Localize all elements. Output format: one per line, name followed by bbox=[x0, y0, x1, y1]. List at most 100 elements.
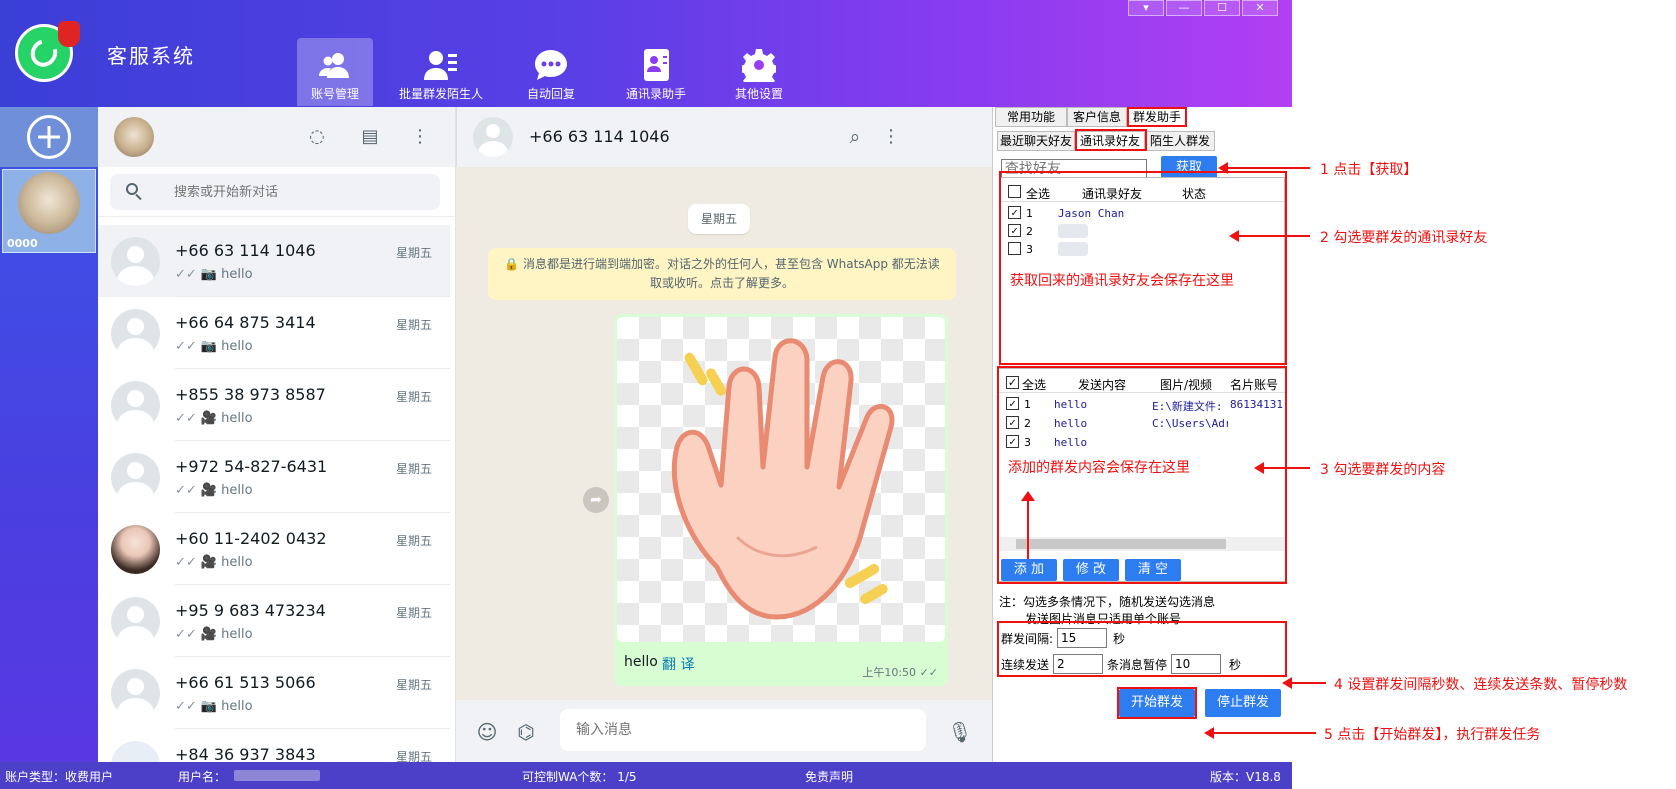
conversation-header[interactable]: +66 63 114 1046 ⌕ ⋮ bbox=[456, 107, 992, 167]
my-avatar[interactable] bbox=[114, 117, 154, 157]
chat-avatar[interactable] bbox=[111, 381, 160, 430]
message-bubble[interactable]: hello 翻 译 上午10:50 ✓✓ bbox=[614, 314, 948, 686]
horizontal-scrollbar[interactable] bbox=[1000, 537, 1284, 551]
edit-button[interactable]: 修 改 bbox=[1063, 559, 1119, 581]
stop-bulk-send-button[interactable]: 停止群发 bbox=[1205, 689, 1281, 717]
arrow-head-up-icon bbox=[1021, 491, 1035, 501]
attach-icon[interactable]: ⌬ bbox=[513, 719, 539, 745]
tab-common-functions[interactable]: 常用功能 bbox=[995, 107, 1067, 127]
message-input[interactable] bbox=[560, 709, 926, 751]
chat-avatar[interactable] bbox=[111, 741, 160, 762]
header-select-all: 全选 bbox=[1022, 378, 1047, 392]
double-check-icon: ✓✓ bbox=[175, 699, 197, 714]
chat-name: +84 36 937 3843 bbox=[175, 745, 316, 762]
minimize-icon[interactable]: — bbox=[1166, 0, 1202, 16]
chat-preview: ✓✓ 📷 hello bbox=[175, 699, 253, 714]
nav-auto-reply[interactable]: 自动回复 bbox=[513, 38, 589, 106]
contact-name[interactable]: +66 63 114 1046 bbox=[529, 127, 670, 146]
interval-input[interactable] bbox=[1057, 628, 1107, 648]
nav-other-settings[interactable]: 其他设置 bbox=[721, 38, 797, 106]
chat-avatar[interactable] bbox=[111, 525, 160, 574]
contacts-header: 全选 通讯录好友 状态 bbox=[1000, 182, 1284, 202]
pause-input[interactable] bbox=[1171, 654, 1221, 674]
chat-avatar[interactable] bbox=[111, 453, 160, 502]
chat-avatar[interactable] bbox=[111, 309, 160, 358]
start-bulk-send-button[interactable]: 开始群发 bbox=[1119, 689, 1195, 717]
tab-bulk-send-helper[interactable]: 群发助手 bbox=[1127, 107, 1187, 127]
arrow-left-icon bbox=[1229, 230, 1310, 242]
select-all-checkbox[interactable] bbox=[1008, 185, 1021, 198]
dropdown-icon[interactable]: ▾ bbox=[1128, 0, 1164, 16]
contact-avatar-blurred bbox=[1058, 242, 1088, 256]
scrollbar-thumb[interactable] bbox=[1016, 539, 1226, 549]
chat-row[interactable]: +60 11-2402 0432 星期五 ✓✓ 🎥 hello bbox=[98, 513, 450, 585]
add-account-button[interactable] bbox=[0, 107, 98, 167]
chat-row[interactable]: +66 64 875 3414 星期五 ✓✓ 📷 hello bbox=[98, 297, 450, 369]
row-checkbox[interactable]: ✓ bbox=[1006, 397, 1019, 410]
row-index: 1 bbox=[1024, 398, 1031, 411]
gear-icon bbox=[742, 49, 776, 82]
encryption-notice[interactable]: 🔒 消息都是进行端到端加密。对话之外的任何人，甚至包含 WhatsApp 都无法… bbox=[488, 248, 956, 300]
select-all-checkbox[interactable]: ✓ bbox=[1006, 376, 1019, 389]
chat-row[interactable]: +972 54-827-6431 星期五 ✓✓ 🎥 hello bbox=[98, 441, 450, 513]
controllable-count: 可控制WA个数： 1/5 bbox=[522, 770, 637, 784]
chat-time: 星期五 bbox=[395, 462, 432, 476]
contact-row[interactable]: ✓ 1 Jason Chan bbox=[1000, 204, 1280, 224]
close-icon[interactable]: ✕ bbox=[1242, 0, 1278, 16]
chat-avatar[interactable] bbox=[111, 669, 160, 718]
maximize-icon[interactable]: ☐ bbox=[1204, 0, 1240, 16]
row-checkbox[interactable]: ✓ bbox=[1006, 416, 1019, 429]
contents-storage-note: 添加的群发内容会保存在这里 bbox=[1008, 460, 1190, 476]
contact-row[interactable]: 3 bbox=[1000, 240, 1280, 260]
microphone-icon[interactable]: 🎙 bbox=[947, 719, 973, 745]
new-chat-icon[interactable]: ▤ bbox=[358, 125, 382, 149]
media-type-icon: 📷 bbox=[200, 699, 217, 714]
user-list-icon bbox=[424, 51, 457, 80]
chat-avatar[interactable] bbox=[111, 237, 160, 286]
row-checkbox[interactable]: ✓ bbox=[1006, 435, 1019, 448]
row-checkbox[interactable]: ✓ bbox=[1008, 224, 1021, 237]
chat-preview: ✓✓ 🎥 hello bbox=[175, 627, 253, 642]
chat-list-header: ◌ ▤ ⋮ bbox=[98, 107, 455, 167]
status-refresh-icon[interactable]: ◌ bbox=[305, 125, 329, 149]
search-icon[interactable]: ⌕ bbox=[843, 125, 867, 149]
nav-contacts-helper[interactable]: 通讯录助手 bbox=[618, 38, 694, 106]
tab-stranger-bulk[interactable]: 陌生人群发 bbox=[1145, 131, 1215, 151]
chat-row[interactable]: +855 38 973 8587 星期五 ✓✓ 🎥 hello bbox=[98, 369, 450, 441]
contact-avatar[interactable] bbox=[473, 117, 513, 157]
nav-account-management[interactable]: 账号管理 bbox=[297, 38, 373, 106]
tab-customer-info[interactable]: 客户信息 bbox=[1067, 107, 1127, 127]
find-friend-input[interactable] bbox=[1001, 159, 1147, 179]
continuous-input[interactable] bbox=[1053, 654, 1103, 674]
menu-kebab-icon[interactable]: ⋮ bbox=[408, 125, 432, 149]
clear-button[interactable]: 清 空 bbox=[1125, 559, 1181, 581]
chat-avatar[interactable] bbox=[111, 597, 160, 646]
annotation-step-3: 3 勾选要群发的内容 bbox=[1320, 462, 1446, 478]
disclaimer-link[interactable]: 免责声明 bbox=[805, 768, 853, 785]
chat-row[interactable]: +84 36 937 3843 星期五 bbox=[98, 729, 450, 762]
nav-bulk-stranger[interactable]: 批量群发陌生人 bbox=[399, 38, 483, 106]
interval-unit: 秒 bbox=[1113, 632, 1126, 646]
double-check-icon: ✓✓ bbox=[175, 555, 197, 570]
content-row[interactable]: ✓ 2 hello C:\Users\Adr bbox=[998, 414, 1284, 434]
media-type-icon: 🎥 bbox=[200, 627, 217, 642]
waving-hand-icon bbox=[671, 338, 895, 620]
search-input[interactable] bbox=[174, 182, 424, 202]
account-type: 账户类型：收费用户 bbox=[5, 770, 114, 784]
row-checkbox[interactable]: ✓ bbox=[1008, 206, 1021, 219]
emoji-icon[interactable]: ☺ bbox=[474, 719, 500, 745]
forward-icon[interactable]: ➦ bbox=[583, 487, 609, 513]
chat-row[interactable]: +66 61 513 5066 星期五 ✓✓ 📷 hello bbox=[98, 657, 450, 729]
row-checkbox[interactable] bbox=[1008, 242, 1021, 255]
tab-recent-friends[interactable]: 最近聊天好友 bbox=[997, 131, 1075, 151]
chat-row[interactable]: +66 63 114 1046 星期五 ✓✓ 📷 hello bbox=[98, 225, 450, 297]
translate-link[interactable]: 翻 译 bbox=[662, 654, 694, 674]
tab-address-book-friends[interactable]: 通讯录好友 bbox=[1075, 131, 1145, 151]
add-button[interactable]: 添 加 bbox=[1001, 559, 1057, 581]
content-row[interactable]: ✓ 1 hello E:\新建文件: 86134131 bbox=[998, 395, 1284, 415]
account-card[interactable]: 0000 bbox=[2, 169, 96, 253]
chat-row[interactable]: +95 9 683 473234 星期五 ✓✓ 🎥 hello bbox=[98, 585, 450, 657]
content-row[interactable]: ✓ 3 hello bbox=[998, 433, 1284, 453]
top-bar: 客服系统 账号管理 批量群发陌生人 自动回复 通讯录助手 其他设置 ▾ — ☐ … bbox=[0, 0, 1292, 107]
menu-kebab-icon[interactable]: ⋮ bbox=[879, 125, 903, 149]
